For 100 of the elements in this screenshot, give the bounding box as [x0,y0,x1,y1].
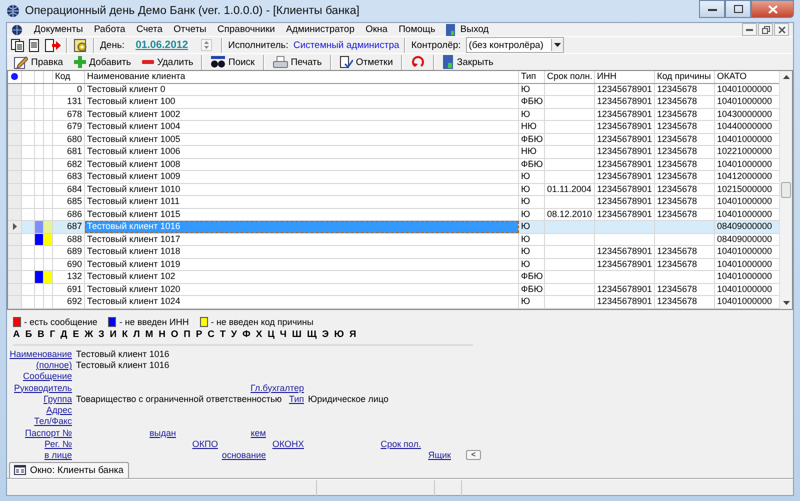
table-cell: Тестовый клиент 1005 [85,134,519,145]
row-selector[interactable] [8,221,22,232]
letter-filter[interactable]: Я [349,329,356,340]
letter-filter[interactable]: Ш [292,329,302,340]
letter-filter[interactable]: А [13,329,20,340]
restore-button[interactable] [758,23,773,36]
column-header[interactable]: Код [53,71,85,82]
globe-icon[interactable] [11,24,23,36]
document-icon[interactable] [29,38,40,52]
letter-filter[interactable]: П [184,329,190,340]
field-link[interactable]: в лице [44,450,72,460]
table-cell: Тестовый клиент 0 [85,84,519,95]
up-arrow-icon[interactable] [782,75,790,79]
letter-filter[interactable]: И [110,329,117,340]
field-link[interactable]: выдан [150,428,176,438]
letter-filter[interactable]: Ж [84,329,94,340]
search-button[interactable]: Поиск [208,55,258,69]
field-link[interactable]: Группа [43,394,72,404]
letter-filter[interactable]: В [37,329,44,340]
field-link[interactable]: ОКПО [192,439,218,450]
menu-item[interactable]: Счета [136,24,163,35]
add-button[interactable]: Добавить [71,55,134,69]
date-link[interactable]: 01.06.2012 [136,39,188,51]
letter-filter[interactable]: Д [60,329,68,340]
letter-filter[interactable]: Л [133,329,140,340]
column-header[interactable]: Код причины [655,71,715,82]
letter-filter[interactable]: З [98,329,104,340]
document-arrow-icon[interactable] [45,38,61,52]
field-link[interactable]: Наименование [10,348,72,359]
column-header[interactable]: Срок полн. [545,71,595,82]
field-value: Тестовый клиент 1016 [75,348,170,359]
field-link[interactable]: Сообщение [23,371,72,382]
field-link[interactable]: (полное) [36,360,72,370]
menu-item[interactable]: Окна [366,24,388,35]
menu-item[interactable]: Документы [34,24,83,35]
menu-item[interactable]: Администратор [286,24,354,35]
field-link[interactable]: Срок пол. [380,439,421,450]
minimize-button[interactable] [742,23,757,36]
table-cell: 682 [53,158,85,170]
down-arrow-icon[interactable] [782,301,790,305]
date-spinner[interactable] [201,39,212,51]
letter-filter[interactable]: К [122,329,128,340]
menu-item[interactable]: Помощь [398,24,436,35]
field-link[interactable]: кем [250,428,266,438]
menu-item[interactable]: Отчеты [174,24,206,35]
selected-row[interactable]: 687 Тестовый клиент 1016 Ю 08409000000 [8,221,779,234]
field-link[interactable]: основание [222,450,266,460]
scrollbar-thumb[interactable] [781,182,791,198]
letter-filter[interactable]: Б [25,329,32,340]
close-button[interactable] [751,0,794,18]
delete-button[interactable]: Удалить [139,56,196,68]
field-link[interactable]: Адрес [46,405,72,416]
menu-item[interactable]: Работа [94,24,126,35]
menu-item[interactable]: Справочники [217,24,275,35]
field-link[interactable]: Рег. № [44,439,72,450]
field-link[interactable]: Руководитель [14,382,72,393]
minimize-button[interactable] [699,0,725,18]
letter-filter[interactable]: Т [220,329,226,340]
letter-filter[interactable]: Ф [242,329,250,340]
controller-dropdown[interactable]: (без контролёра) [466,37,564,53]
table-cell: 12345678 [657,171,698,181]
print-button[interactable]: Печать [270,54,325,70]
column-header[interactable]: ИНН [595,71,655,82]
field-link[interactable]: ОКОНХ [272,439,304,450]
table-cell: 12345678901 [597,121,652,131]
letter-filter[interactable]: Е [72,329,80,340]
caret-icon [554,43,561,47]
documents-icon[interactable] [11,38,24,52]
field-link[interactable]: Ящик [428,450,451,460]
column-header[interactable]: Тип [519,71,545,82]
letter-filter[interactable]: Х [256,329,262,340]
letter-filter[interactable]: Ч [280,329,287,340]
close-button[interactable] [774,23,789,36]
field-link[interactable]: Тел/Факс [34,416,72,426]
maximize-button[interactable] [725,0,751,18]
letter-filter[interactable]: Р [196,329,202,340]
letter-filter[interactable]: М [145,329,154,340]
column-header[interactable]: Наименование клиента [85,71,519,82]
close-button[interactable]: Закрыть [440,54,496,70]
letter-filter[interactable]: Г [50,329,56,340]
collapse-button[interactable]: < [466,450,481,460]
field-link[interactable]: Гл.бухгалтер [250,382,304,393]
letter-filter[interactable]: У [231,329,237,340]
edit-button[interactable]: Правка [11,54,66,70]
gear-document-icon[interactable] [73,38,88,52]
window-tab[interactable]: Окно: Клиенты банка [9,462,128,478]
letter-filter[interactable]: Э [322,329,329,340]
table-cell: 12345678 [657,258,698,268]
marks-button[interactable]: Отметки [336,54,396,70]
letter-filter[interactable]: Ц [268,329,275,340]
scrollbar[interactable] [779,71,792,309]
exit-menu-item[interactable]: Выход [446,24,489,36]
executor-value: Системный администра [293,40,400,50]
field-link[interactable]: Паспорт № [25,428,72,438]
letter-filter[interactable]: Ю [334,329,344,340]
letter-filter[interactable]: О [170,329,178,340]
letter-filter[interactable]: Щ [306,329,317,340]
letter-filter[interactable]: С [208,329,214,340]
letter-filter[interactable]: Н [158,329,166,340]
field-link[interactable]: Тип [288,394,304,404]
